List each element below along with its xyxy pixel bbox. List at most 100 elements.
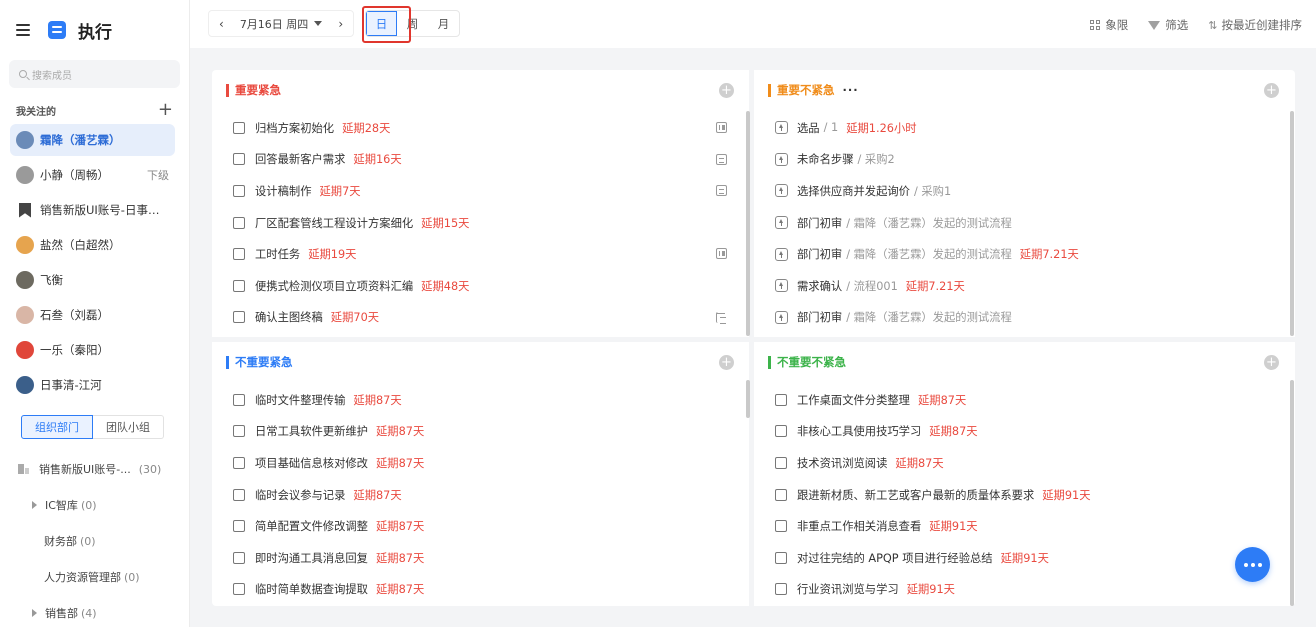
task-row[interactable]: 简单配置文件修改调整 延期87天 — [212, 510, 749, 542]
task-row[interactable]: 部门初审 / 霜降（潘艺霖）发起的测试流程 — [754, 207, 1295, 239]
task-checkbox[interactable] — [775, 393, 787, 406]
arrow-up-icon[interactable] — [775, 121, 788, 135]
chevron-down-icon[interactable] — [314, 21, 323, 26]
highlight-box — [362, 6, 411, 43]
task-checkbox[interactable] — [775, 583, 787, 596]
task-row[interactable]: 工作桌面文件分类整理 延期87天 — [754, 384, 1295, 416]
filter-button[interactable]: 筛选 — [1148, 17, 1188, 33]
date-picker[interactable]: ‹ 7月16日 周四 › — [208, 10, 355, 37]
department-item[interactable]: 销售新版UI账号-... (30) — [0, 451, 189, 487]
task-row[interactable]: 归档方案初始化 延期28天 — [212, 112, 749, 144]
following-person[interactable]: 霜降（潘艺霖） — [10, 124, 175, 156]
expand-caret-icon[interactable] — [32, 501, 37, 509]
following-person[interactable]: 销售新版UI账号-日事清... — [10, 194, 175, 226]
task-row[interactable]: 非重点工作相关消息查看 延期91天 — [754, 510, 1295, 542]
task-checkbox[interactable] — [775, 488, 787, 501]
task-row[interactable]: 回答最新客户需求 延期16天 — [212, 144, 749, 176]
arrow-up-icon[interactable] — [775, 184, 788, 198]
following-person[interactable]: 飞衡 — [10, 264, 175, 296]
task-row[interactable]: 选品/ 1 延期1.26小时 — [754, 112, 1295, 144]
prev-day-button[interactable]: ‹ — [219, 17, 224, 31]
quadrant-header: 重要紧急 — [212, 70, 749, 110]
member-search-input[interactable]: 搜索成员 — [9, 60, 180, 88]
department-item[interactable]: IC智库 (0) — [0, 487, 189, 523]
task-checkbox[interactable] — [233, 311, 245, 324]
scrollbar[interactable] — [1290, 111, 1294, 336]
following-person[interactable]: 日事清-江河 — [10, 369, 175, 401]
task-checkbox[interactable] — [233, 216, 245, 229]
more-actions-button[interactable] — [1235, 547, 1270, 582]
task-row[interactable]: 厂区配套管线工程设计方案细化 延期15天 — [212, 207, 749, 239]
task-row[interactable]: 工时任务 延期19天 — [212, 238, 749, 270]
task-row[interactable]: 未命名步骤 / 采购2 — [754, 144, 1295, 176]
task-row[interactable]: 项目基础信息核对修改 延期87天 — [212, 447, 749, 479]
department-item[interactable]: 销售部 (4) — [0, 595, 189, 627]
next-day-button[interactable]: › — [338, 17, 343, 31]
task-checkbox[interactable] — [233, 279, 245, 292]
task-checkbox[interactable] — [233, 488, 245, 501]
task-row[interactable]: 部门初审 / 霜降（潘艺霖）发起的测试流程 延期7.21天 — [754, 238, 1295, 270]
following-person[interactable]: 一乐（秦阳） — [10, 334, 175, 366]
department-item[interactable]: 财务部 (0) — [0, 523, 189, 559]
task-checkbox[interactable] — [233, 520, 245, 533]
task-checkbox[interactable] — [233, 393, 245, 406]
task-checkbox[interactable] — [775, 520, 787, 533]
task-row[interactable]: 设计稿制作 延期7天 — [212, 175, 749, 207]
arrow-up-icon[interactable] — [775, 152, 788, 166]
task-name: 日常工具软件更新维护 — [255, 425, 368, 439]
department-item[interactable]: 人力资源管理部 (0) — [0, 559, 189, 595]
task-checkbox[interactable] — [233, 248, 245, 261]
task-checkbox[interactable] — [233, 551, 245, 564]
tab-team-group[interactable]: 团队小组 — [93, 415, 164, 439]
task-row[interactable]: 对过往完结的 APQP 项目进行经验总结 延期91天 — [754, 542, 1295, 574]
task-row[interactable]: 确认主图终稿 延期70天 — [212, 302, 749, 334]
task-row[interactable]: 临时文件整理传输 延期87天 — [212, 384, 749, 416]
add-task-icon[interactable]: + — [1264, 355, 1279, 370]
sort-button[interactable]: ⇅ 按最近创建排序 — [1208, 17, 1302, 33]
task-row[interactable]: 临时简单数据查询提取 延期87天 — [212, 574, 749, 606]
following-person[interactable]: 小静（周畅） 下级 — [10, 159, 175, 191]
following-person[interactable]: 盐然（白超然） — [10, 229, 175, 261]
task-row[interactable]: 非核心工具使用技巧学习 延期87天 — [754, 416, 1295, 448]
task-row[interactable]: 跟进新材质、新工艺或客户最新的质量体系要求 延期91天 — [754, 479, 1295, 511]
scrollbar[interactable] — [746, 380, 750, 418]
task-checkbox[interactable] — [233, 184, 245, 197]
scrollbar[interactable] — [1290, 380, 1294, 606]
task-row[interactable]: 行业资讯浏览与学习 延期91天 — [754, 574, 1295, 606]
scrollbar[interactable] — [746, 111, 750, 336]
current-date[interactable]: 7月16日 周四 — [240, 16, 309, 32]
arrow-up-icon[interactable] — [775, 310, 788, 324]
task-row[interactable]: 日常工具软件更新维护 延期87天 — [212, 416, 749, 448]
task-row[interactable]: 即时沟通工具消息回复 延期87天 — [212, 542, 749, 574]
task-checkbox[interactable] — [233, 583, 245, 596]
add-task-icon[interactable]: + — [719, 355, 734, 370]
tab-month[interactable]: 月 — [428, 11, 459, 36]
add-follow-icon[interactable]: + — [158, 101, 173, 119]
task-checkbox[interactable] — [233, 425, 245, 438]
menu-icon[interactable] — [16, 24, 30, 36]
task-checkbox[interactable] — [775, 456, 787, 469]
task-row[interactable]: 临时会议参与记录 延期87天 — [212, 479, 749, 511]
more-icon[interactable]: ··· — [843, 83, 859, 97]
task-checkbox[interactable] — [775, 551, 787, 564]
task-row[interactable]: 技术资讯浏览阅读 延期87天 — [754, 447, 1295, 479]
task-row[interactable]: 部门初审 / 霜降（潘艺霖）发起的测试流程 — [754, 302, 1295, 334]
task-checkbox[interactable] — [233, 456, 245, 469]
tab-org-department[interactable]: 组织部门 — [21, 415, 93, 439]
task-checkbox[interactable] — [233, 121, 245, 134]
task-row[interactable]: 需求确认 / 流程001 延期7.21天 — [754, 270, 1295, 302]
arrow-up-icon[interactable] — [775, 279, 788, 293]
arrow-up-icon[interactable] — [775, 216, 788, 230]
document-icon — [716, 185, 727, 197]
quadrant-button[interactable]: 象限 — [1090, 17, 1128, 33]
avatar — [16, 271, 34, 289]
expand-caret-icon[interactable] — [32, 609, 37, 617]
following-person[interactable]: 石叁（刘磊） — [10, 299, 175, 331]
task-checkbox[interactable] — [775, 425, 787, 438]
add-task-icon[interactable]: + — [1264, 83, 1279, 98]
task-row[interactable]: 便携式检测仪项目立项资料汇编 延期48天 — [212, 270, 749, 302]
arrow-up-icon[interactable] — [775, 247, 788, 261]
add-task-icon[interactable]: + — [719, 83, 734, 98]
task-row[interactable]: 选择供应商并发起询价 / 采购1 — [754, 175, 1295, 207]
task-checkbox[interactable] — [233, 153, 245, 166]
